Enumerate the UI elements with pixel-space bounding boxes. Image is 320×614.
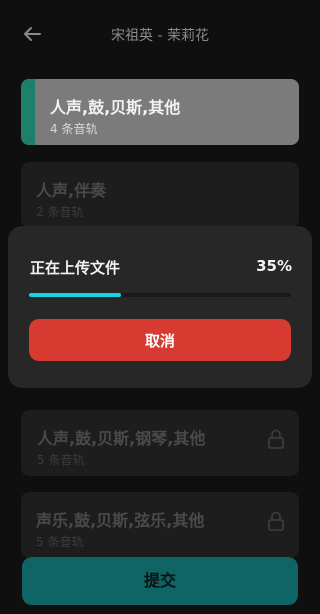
- track-option-name: 人声,鼓,贝斯,钢琴,其他: [37, 429, 206, 448]
- page-title: 宋祖英 - 茉莉花: [111, 28, 209, 44]
- header: 宋祖英 - 茉莉花: [0, 0, 320, 70]
- track-option-count: 2 条音轨: [36, 205, 84, 219]
- upload-dialog: 正在上传文件 35% 取消: [8, 226, 312, 388]
- lock-icon: [268, 429, 284, 449]
- upload-status-label: 正在上传文件: [30, 259, 121, 277]
- track-option-count: 5 条音轨: [36, 535, 84, 549]
- track-option-2[interactable]: 人声,伴奏 2 条音轨: [21, 162, 299, 228]
- track-option-1[interactable]: 人声,鼓,贝斯,其他 4 条音轨: [21, 79, 299, 145]
- upload-progress-bar: [29, 293, 291, 297]
- track-option-name: 声乐,鼓,贝斯,弦乐,其他: [36, 511, 205, 530]
- track-option-name: 人声,鼓,贝斯,其他: [50, 98, 181, 117]
- upload-percent: 35%: [256, 257, 292, 275]
- lock-icon: [268, 511, 284, 531]
- track-option-name: 人声,伴奏: [36, 181, 107, 200]
- track-option-count: 4 条音轨: [50, 122, 98, 136]
- upload-progress-fill: [29, 293, 121, 297]
- submit-button[interactable]: 提交: [22, 557, 298, 605]
- track-option-4[interactable]: 声乐,鼓,贝斯,弦乐,其他 5 条音轨: [21, 492, 299, 558]
- track-option-count: 5 条音轨: [37, 453, 85, 467]
- track-option-3[interactable]: 人声,鼓,贝斯,钢琴,其他 5 条音轨: [21, 410, 299, 476]
- cancel-button[interactable]: 取消: [29, 319, 291, 361]
- selected-indicator: [21, 79, 35, 145]
